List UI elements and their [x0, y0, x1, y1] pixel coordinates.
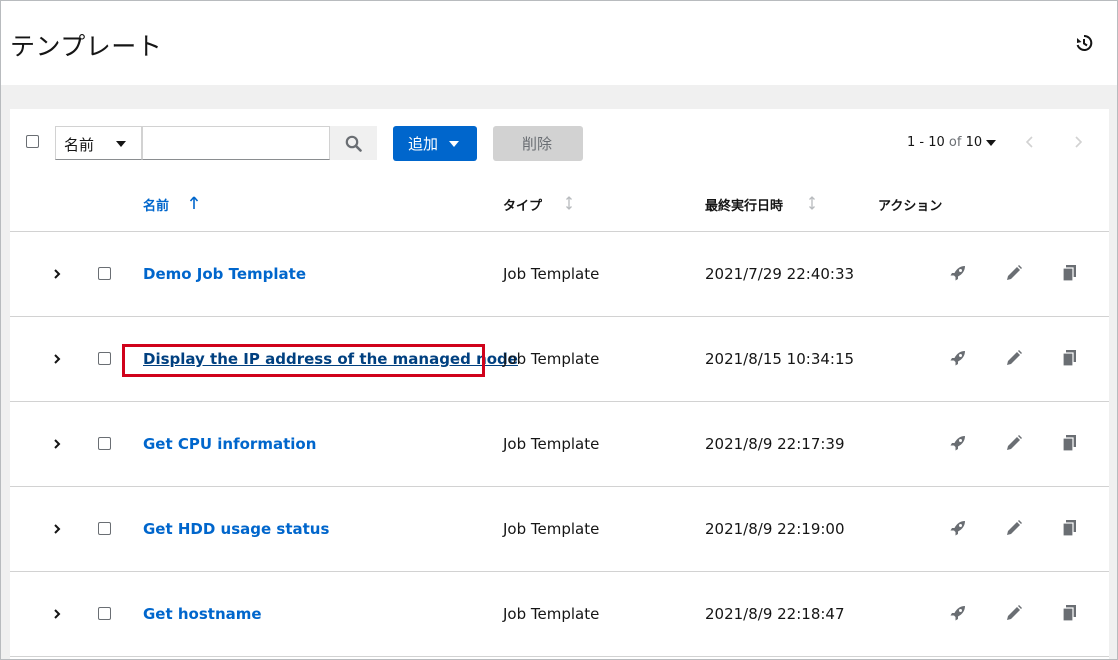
previous-page-icon[interactable] [1024, 135, 1036, 149]
row-checkbox[interactable] [98, 437, 111, 450]
page-title: テンプレート [10, 32, 163, 61]
per-page-toggle-icon[interactable] [986, 140, 996, 146]
copy-icon[interactable] [1061, 349, 1079, 367]
copy-icon[interactable] [1061, 519, 1079, 537]
template-type: Job Template [503, 520, 600, 538]
column-header-actions: アクション [878, 199, 943, 214]
pagination-of: of [948, 135, 962, 150]
template-type: Job Template [503, 265, 600, 283]
add-button[interactable]: 追加 [393, 126, 477, 161]
copy-icon[interactable] [1061, 604, 1079, 622]
column-header-name[interactable]: 名前 [143, 195, 169, 214]
rocket-icon[interactable] [949, 434, 967, 452]
filter-key-select[interactable]: 名前 [55, 126, 142, 160]
row-checkbox[interactable] [98, 522, 111, 535]
template-name-link[interactable]: Get hostname [143, 605, 262, 623]
pagination-summary: 1 - 10 of 10 [907, 135, 982, 150]
history-icon[interactable] [1074, 33, 1094, 53]
template-type: Job Template [503, 605, 600, 623]
last-run-time: 2021/8/9 22:17:39 [705, 435, 845, 453]
search-input[interactable] [142, 126, 330, 160]
rocket-icon[interactable] [949, 349, 967, 367]
rocket-icon[interactable] [949, 264, 967, 282]
template-type: Job Template [503, 435, 600, 453]
table-row: Get hostname Job Template 2021/8/9 22:18… [10, 572, 1109, 657]
last-run-time: 2021/8/9 22:19:00 [705, 520, 845, 538]
search-button[interactable] [330, 126, 377, 160]
chevron-right-icon[interactable] [52, 353, 62, 365]
template-name-link[interactable]: Display the IP address of the managed no… [143, 350, 518, 368]
sort-icon[interactable] [564, 195, 574, 211]
pagination-total: 10 [965, 135, 983, 150]
column-header-last-run[interactable]: 最終実行日時 [705, 195, 783, 214]
copy-icon[interactable] [1061, 434, 1079, 452]
filter-key-label: 名前 [64, 136, 95, 154]
template-name-link[interactable]: Demo Job Template [143, 265, 306, 283]
last-run-time: 2021/8/15 10:34:15 [705, 350, 855, 368]
rocket-icon[interactable] [949, 519, 967, 537]
select-all-checkbox[interactable] [26, 135, 39, 148]
sort-ascending-icon[interactable] [189, 195, 199, 211]
table-row: Demo Job Template Job Template 2021/7/29… [10, 232, 1109, 317]
caret-down-icon [116, 141, 126, 147]
pencil-icon[interactable] [1005, 604, 1023, 622]
copy-icon[interactable] [1061, 264, 1079, 282]
table-row: Get HDD usage status Job Template 2021/8… [10, 487, 1109, 572]
row-checkbox[interactable] [98, 267, 111, 280]
pencil-icon[interactable] [1005, 349, 1023, 367]
pencil-icon[interactable] [1005, 264, 1023, 282]
template-name-link[interactable]: Get HDD usage status [143, 520, 329, 538]
table-row: Display the IP address of the managed no… [10, 317, 1109, 402]
pencil-icon[interactable] [1005, 434, 1023, 452]
chevron-right-icon[interactable] [52, 268, 62, 280]
delete-button[interactable]: 削除 [493, 126, 583, 161]
last-run-time: 2021/7/29 22:40:33 [705, 265, 855, 283]
app-window: テンプレート 名前 追加 削除 1 - 10 of 10 名前 タイプ 最終実行… [0, 0, 1118, 660]
chevron-right-icon[interactable] [52, 438, 62, 450]
table-row: Get CPU information Job Template 2021/8/… [10, 402, 1109, 487]
next-page-icon[interactable] [1072, 135, 1084, 149]
caret-down-icon [449, 141, 459, 147]
chevron-right-icon[interactable] [52, 608, 62, 620]
column-header-type[interactable]: タイプ [503, 195, 542, 214]
sort-icon[interactable] [807, 195, 817, 211]
row-checkbox[interactable] [98, 352, 111, 365]
chevron-right-icon[interactable] [52, 523, 62, 535]
last-run-time: 2021/8/9 22:18:47 [705, 605, 845, 623]
add-button-label: 追加 [408, 135, 439, 153]
row-checkbox[interactable] [98, 607, 111, 620]
templates-list-card: 名前 追加 削除 1 - 10 of 10 名前 タイプ 最終実行日時 アクショ… [10, 109, 1109, 659]
pencil-icon[interactable] [1005, 519, 1023, 537]
template-name-link[interactable]: Get CPU information [143, 435, 316, 453]
page-header: テンプレート [1, 1, 1117, 85]
rocket-icon[interactable] [949, 604, 967, 622]
delete-button-label: 削除 [522, 135, 553, 153]
template-type: Job Template [503, 350, 600, 368]
pagination-range: 1 - 10 [907, 135, 945, 150]
search-icon [345, 135, 362, 152]
